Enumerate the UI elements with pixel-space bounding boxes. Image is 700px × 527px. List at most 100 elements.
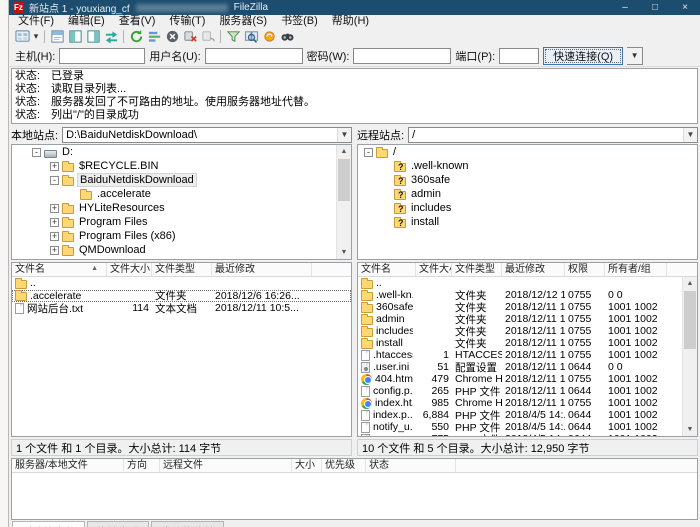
local-tree-scrollbar[interactable]: ▲ ▼ [336, 145, 351, 259]
collapse-icon[interactable]: - [50, 176, 59, 185]
file-row[interactable]: .htaccess1HTACCES...2018/12/11 1...07551… [358, 349, 697, 361]
file-row[interactable]: 360safe文件夹2018/12/11 1...07551001 1002 [358, 301, 697, 313]
menu-item-5[interactable]: 书签(B) [274, 15, 325, 28]
tree-item[interactable]: includes [358, 201, 697, 215]
column-header[interactable]: 文件大小 [416, 263, 452, 276]
file-row[interactable]: config.p...265PHP 文件2018/12/11 1...06441… [358, 385, 697, 397]
chevron-down-icon[interactable]: ▼ [683, 128, 697, 142]
collapse-icon[interactable]: - [364, 148, 373, 157]
refresh-icon[interactable] [127, 29, 145, 45]
tree-item[interactable]: +Program Files [12, 215, 351, 229]
password-input[interactable] [353, 48, 451, 64]
dropdown-arrow-icon[interactable]: ▾ [31, 31, 41, 42]
compare-icon[interactable] [242, 29, 260, 45]
menu-item-3[interactable]: 传输(T) [162, 15, 212, 28]
queue-tab-1[interactable]: 传输失败 [87, 521, 149, 527]
menu-item-2[interactable]: 查看(V) [112, 15, 163, 28]
scrollbar-thumb[interactable] [338, 159, 350, 201]
tree-item[interactable]: install [358, 215, 697, 229]
column-header[interactable]: 远程文件 [160, 459, 292, 472]
file-row[interactable]: 775PHP 文件2018/4/5 14:...06441001 1002 [358, 433, 697, 436]
column-header[interactable]: 文件名▲ [12, 263, 107, 276]
tree-item[interactable]: .well-known [358, 159, 697, 173]
site-manager-icon[interactable] [13, 29, 31, 45]
find-files-icon[interactable] [278, 29, 296, 45]
file-row[interactable]: 网站后台.txt114文本文档2018/12/11 10:5... [12, 302, 351, 315]
column-header[interactable]: 文件类型 [152, 263, 212, 276]
expand-icon[interactable]: + [50, 162, 59, 171]
quickconnect-dropdown-icon[interactable]: ▼ [627, 47, 643, 65]
collapse-icon[interactable]: - [32, 148, 41, 157]
file-row[interactable]: 404.html479Chrome H...2018/12/11 1...075… [358, 373, 697, 385]
scroll-down-icon[interactable]: ▼ [683, 423, 697, 436]
host-input[interactable] [59, 48, 145, 64]
minimize-button[interactable]: – [610, 0, 640, 15]
column-header[interactable]: 文件大小 [107, 263, 152, 276]
sync-browse-icon[interactable] [260, 29, 278, 45]
file-row[interactable]: .. [358, 277, 697, 289]
filter-icon[interactable] [224, 29, 242, 45]
reconnect-icon[interactable] [199, 29, 217, 45]
tree-item[interactable]: -D: [12, 145, 351, 159]
menu-item-0[interactable]: 文件(F) [11, 15, 61, 28]
disconnect-icon[interactable] [181, 29, 199, 45]
scrollbar-thumb[interactable] [684, 291, 696, 349]
port-input[interactable] [499, 48, 539, 64]
queue-tab-2[interactable]: 成功的传输 [151, 521, 224, 527]
column-header[interactable]: 最近修改 [502, 263, 565, 276]
column-header[interactable]: 优先级 [322, 459, 366, 472]
tree-item[interactable]: System Volume Information [12, 257, 351, 260]
column-header[interactable]: 大小 [292, 459, 322, 472]
tree-item[interactable]: +HYLiteResources [12, 201, 351, 215]
tree-item[interactable]: 360safe [358, 173, 697, 187]
remote-site-combobox[interactable]: / ▼ [408, 127, 698, 143]
column-header[interactable]: 服务器/本地文件 [12, 459, 124, 472]
file-row[interactable]: admin文件夹2018/12/11 1...07551001 1002 [358, 313, 697, 325]
scroll-up-icon[interactable]: ▲ [337, 145, 351, 158]
column-header[interactable]: 方向 [124, 459, 160, 472]
menu-item-1[interactable]: 编辑(E) [61, 15, 112, 28]
file-row[interactable]: install文件夹2018/12/11 1...07551001 1002 [358, 337, 697, 349]
close-button[interactable]: × [670, 0, 700, 15]
tree-item[interactable]: +QMDownload [12, 243, 351, 257]
tree-item[interactable]: +Program Files (x86) [12, 229, 351, 243]
column-header[interactable]: 最近修改 [212, 263, 312, 276]
tree-item[interactable]: -BaiduNetdiskDownload [12, 173, 351, 187]
column-header[interactable]: 权限 [565, 263, 605, 276]
username-input[interactable] [205, 48, 303, 64]
cancel-icon[interactable] [163, 29, 181, 45]
file-row[interactable]: notify_u...550PHP 文件2018/4/5 14:...06441… [358, 421, 697, 433]
column-header[interactable]: 文件类型 [452, 263, 502, 276]
file-row[interactable]: .well-kn...文件夹2018/12/12 1...07550 0 [358, 289, 697, 301]
chevron-down-icon[interactable]: ▼ [337, 128, 351, 142]
scroll-up-icon[interactable]: ▲ [683, 277, 697, 290]
tree-item[interactable]: admin [358, 187, 697, 201]
toggle-queue-icon[interactable] [102, 29, 120, 45]
scroll-down-icon[interactable]: ▼ [337, 246, 351, 259]
maximize-button[interactable]: □ [640, 0, 670, 15]
toggle-remote-tree-icon[interactable] [84, 29, 102, 45]
tree-item[interactable]: -/ [358, 145, 697, 159]
expand-icon[interactable]: + [50, 204, 59, 213]
toggle-log-icon[interactable] [48, 29, 66, 45]
expand-icon[interactable]: + [50, 232, 59, 241]
column-header[interactable]: 文件名 [358, 263, 416, 276]
local-site-combobox[interactable]: D:\BaiduNetdiskDownload\ ▼ [62, 127, 352, 143]
queue-tab-0[interactable]: 列队的文件 [12, 521, 85, 527]
quickconnect-button[interactable]: 快速连接(Q) [543, 47, 623, 65]
column-header[interactable]: 所有者/组 [605, 263, 667, 276]
file-row[interactable]: includes文件夹2018/12/11 1...07551001 1002 [358, 325, 697, 337]
expand-icon[interactable]: + [50, 218, 59, 227]
file-row[interactable]: .user.ini51配置设置2018/12/11 1...06440 0 [358, 361, 697, 373]
tree-item[interactable]: .accelerate [12, 187, 351, 201]
column-header[interactable]: 状态 [366, 459, 456, 472]
toggle-local-tree-icon[interactable] [66, 29, 84, 45]
menu-item-4[interactable]: 服务器(S) [212, 15, 274, 28]
menu-item-6[interactable]: 帮助(H) [325, 15, 376, 28]
file-row[interactable]: index.ht...985Chrome H...2018/12/11 1...… [358, 397, 697, 409]
file-row[interactable]: index.p...6,884PHP 文件2018/4/5 14:...0644… [358, 409, 697, 421]
process-queue-icon[interactable] [145, 29, 163, 45]
expand-icon[interactable]: + [50, 246, 59, 255]
remote-list-scrollbar[interactable]: ▲ ▼ [682, 277, 697, 436]
tree-item[interactable]: +$RECYCLE.BIN [12, 159, 351, 173]
